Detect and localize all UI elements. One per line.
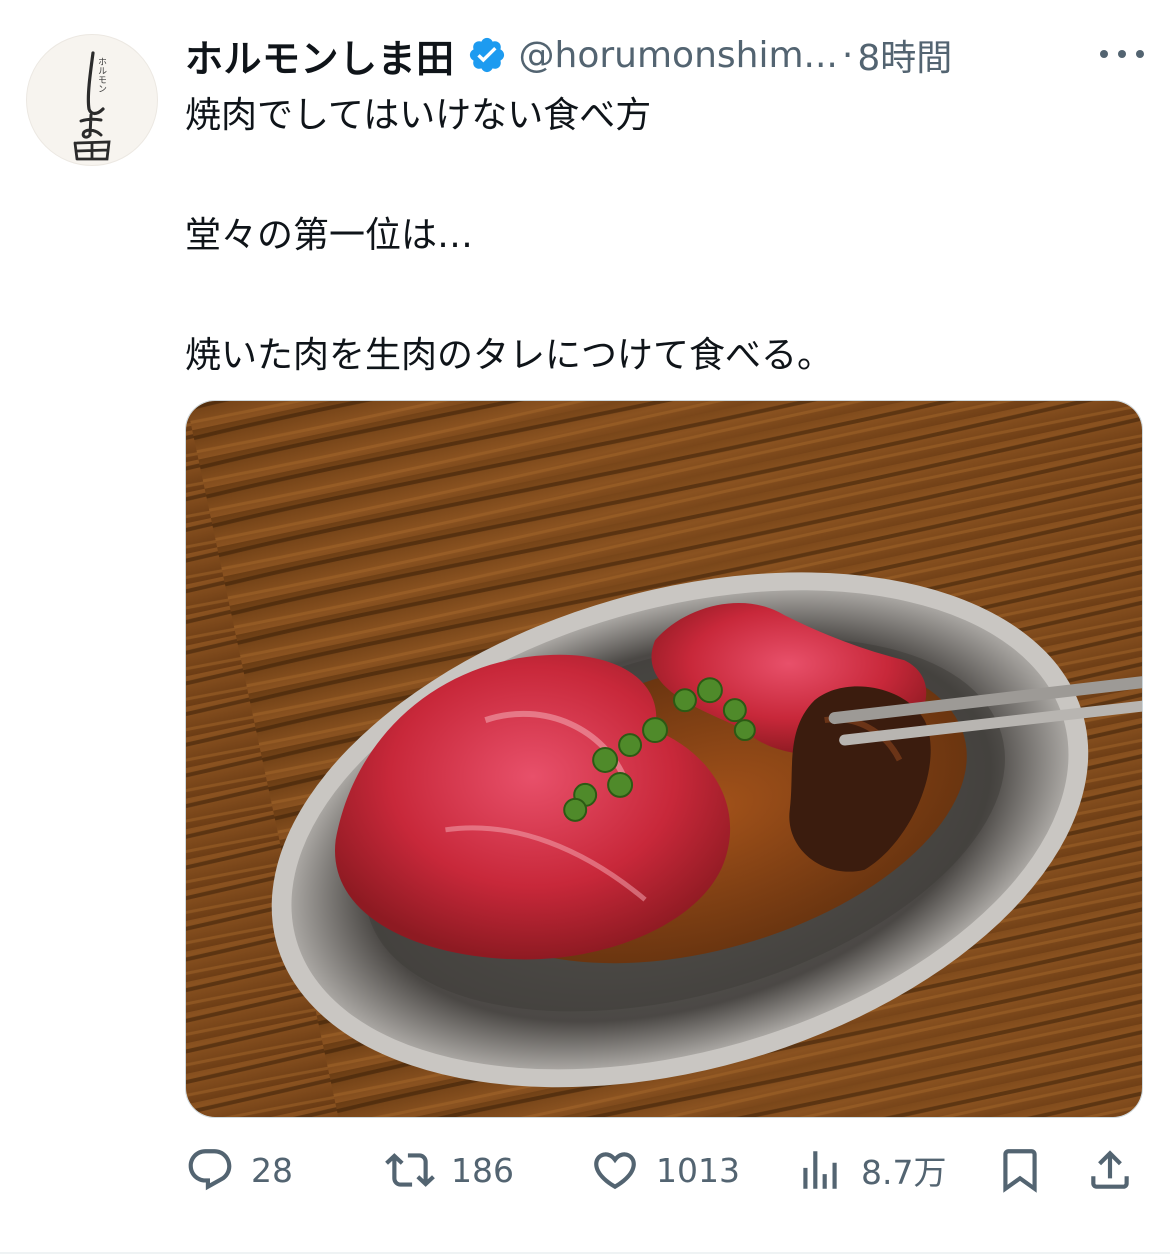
retweet-button[interactable]: 186 [385,1138,514,1202]
tweet[interactable]: ホルモン ホルモンしま田 @horumonshim... · 8時間 焼肉でして… [0,0,1170,1254]
reply-button[interactable]: 28 [185,1138,293,1202]
view-count: 8.7万 [861,1153,947,1192]
reply-icon [188,1149,232,1191]
timestamp[interactable]: 8時間 [857,29,952,81]
views-icon [803,1151,837,1189]
reply-count: 28 [251,1150,293,1190]
tweet-photo[interactable] [185,400,1143,1118]
grilled-meat-photo-icon [186,401,1142,1117]
handle[interactable]: @horumonshim... [519,35,838,76]
like-count: 1013 [656,1150,740,1190]
avatar[interactable]: ホルモン [26,34,158,166]
tweet-line: 焼いた肉を生肉のタレにつけて食べる。 [185,335,834,376]
bookmark-icon [1003,1149,1037,1193]
like-icon [594,1152,636,1190]
more-options-icon[interactable] [1096,34,1148,74]
verified-badge-icon [469,37,504,73]
tweet-line: 堂々の第一位は… [185,215,474,256]
shop-logo-icon: ホルモン [73,51,111,161]
share-icon [1091,1150,1129,1189]
tweet-header: ホルモンしま田 @horumonshim... · 8時間 [185,28,1145,82]
separator: · [841,34,854,76]
tweet-text: 焼肉でしてはいけない食べ方 堂々の第一位は… 焼いた肉を生肉のタレにつけて食べる… [185,90,1135,382]
views-button[interactable]: 8.7万 [795,1138,946,1202]
retweet-count: 186 [451,1150,514,1190]
like-button[interactable]: 1013 [590,1138,740,1202]
tweet-line: 焼肉でしてはいけない食べ方 [185,95,652,136]
bookmark-button[interactable] [995,1138,1045,1202]
action-bar: 28 186 1013 8.7万 [185,1138,1145,1202]
display-name[interactable]: ホルモンしま田 [185,28,455,83]
share-button[interactable] [1085,1138,1135,1202]
retweet-icon [385,1153,435,1187]
svg-text:ホルモン: ホルモン [96,57,107,93]
